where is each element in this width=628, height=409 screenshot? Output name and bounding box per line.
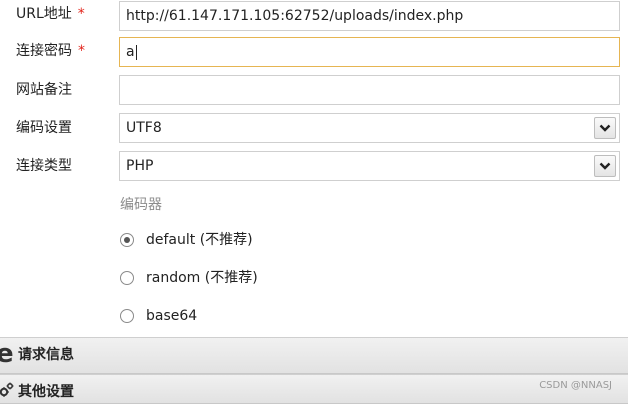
password-label: 连接密码 * bbox=[16, 43, 85, 59]
password-input[interactable]: a bbox=[119, 37, 620, 67]
chevron-down-icon bbox=[599, 162, 611, 170]
panel-title: 其他设置 bbox=[18, 384, 74, 400]
panel-title: 请求信息 bbox=[18, 347, 74, 363]
url-label: URL地址 * bbox=[16, 6, 85, 22]
note-label: 网站备注 bbox=[16, 82, 72, 98]
conn-type-label: 连接类型 bbox=[16, 158, 72, 174]
panel-other-settings[interactable]: 其他设置 CSDN @NNASJ bbox=[0, 374, 628, 404]
encoding-select[interactable]: UTF8 bbox=[119, 113, 620, 143]
text-caret bbox=[135, 44, 137, 60]
encoding-label: 编码设置 bbox=[16, 120, 72, 136]
conn-type-select[interactable]: PHP bbox=[119, 151, 620, 181]
dropdown-button[interactable] bbox=[594, 117, 616, 139]
radio-label: default (不推荐) bbox=[146, 232, 253, 248]
e-icon: e bbox=[0, 339, 14, 369]
radio-button[interactable] bbox=[120, 271, 134, 285]
note-input[interactable] bbox=[119, 75, 620, 105]
required-mark: * bbox=[77, 6, 85, 22]
dropdown-button[interactable] bbox=[594, 155, 616, 177]
url-input[interactable]: http://61.147.171.105:62752/uploads/inde… bbox=[119, 1, 620, 31]
required-mark: * bbox=[78, 43, 85, 59]
panel-request-info[interactable]: e 请求信息 bbox=[0, 337, 628, 374]
chevron-down-icon bbox=[599, 124, 611, 132]
radio-label: base64 bbox=[146, 308, 198, 324]
radio-label: random (不推荐) bbox=[146, 270, 258, 286]
radio-button[interactable] bbox=[120, 233, 134, 247]
radio-button[interactable] bbox=[120, 309, 134, 323]
encoder-heading: 编码器 bbox=[120, 197, 162, 213]
gears-icon bbox=[0, 382, 14, 397]
watermark: CSDN @NNASJ bbox=[539, 380, 612, 391]
